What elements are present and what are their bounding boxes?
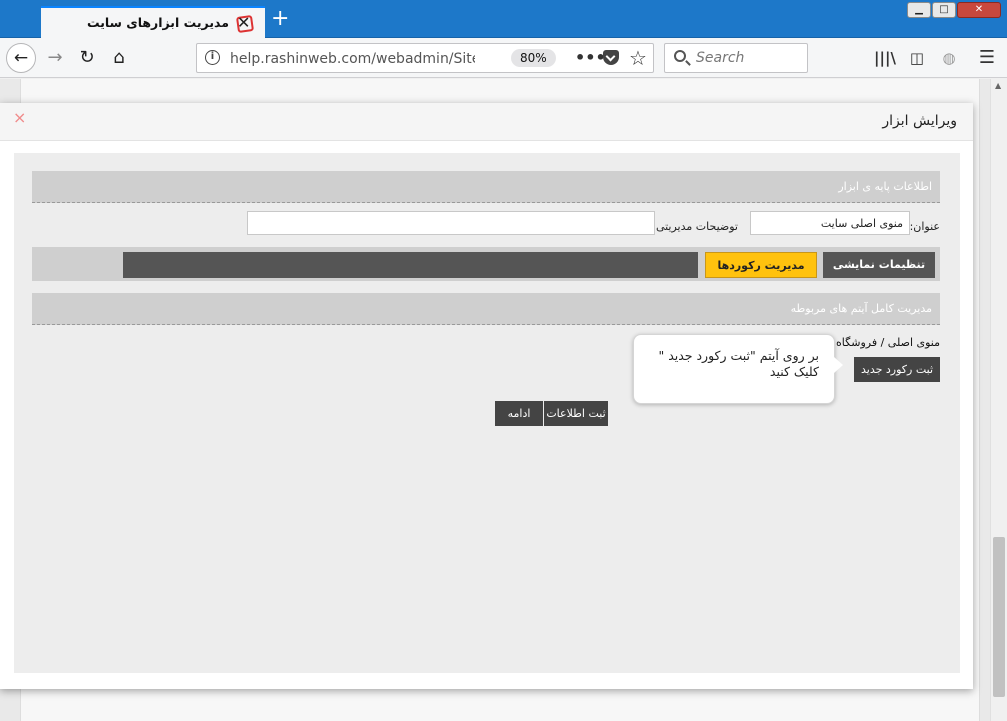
reload-icon[interactable]: ↻: [72, 43, 102, 73]
new-record-button[interactable]: ثبت رکورد جدید: [854, 357, 940, 382]
tab-close-icon[interactable]: ✕: [237, 13, 250, 32]
basic-info-section-title: اطلاعات پایه ی ابزار: [838, 180, 932, 193]
modal-close-icon[interactable]: ×: [13, 108, 26, 127]
sidebar-icon[interactable]: ◫: [906, 47, 928, 69]
maximize-button[interactable]: □: [932, 2, 956, 18]
instruction-tooltip: بر روی آیتم "ثبت رکورد جدید " کلیک کنید: [633, 334, 843, 404]
home-icon[interactable]: ⌂: [104, 43, 134, 73]
browser-tab[interactable]: مدیریت ابزارهای سایت ✕: [41, 6, 265, 39]
settings-tabs-bar: تنظیمات نمایشی مدیریت رکوردها: [32, 247, 940, 281]
title-label: عنوان:: [909, 220, 940, 233]
tabs-bar-filler: [123, 252, 698, 278]
address-bar[interactable]: i help.rashinweb.com/webadmin/Site_gadg …: [196, 43, 654, 73]
modal-body: اطلاعات پایه ی ابزار عنوان: توضیحات مدیر…: [14, 153, 960, 673]
minimize-button[interactable]: ▁: [907, 2, 931, 18]
pocket-icon[interactable]: [603, 50, 619, 65]
tab-records-management[interactable]: مدیریت رکوردها: [705, 252, 817, 278]
modal-header: × ویرایش ابزار: [0, 103, 973, 141]
items-management-section-header: مدیریت کامل آیتم های مربوطه: [32, 293, 940, 325]
items-management-section-title: مدیریت کامل آیتم های مربوطه: [790, 302, 932, 315]
globe-icon[interactable]: ◍: [938, 47, 960, 69]
save-button[interactable]: ثبت اطلاعات: [544, 401, 608, 426]
browser-titlebar: مدیریت ابزارهای سایت ✕ + ▁ □ ✕: [0, 0, 1007, 39]
library-icon[interactable]: |||\: [874, 47, 896, 69]
admin-description-field[interactable]: [247, 211, 655, 235]
forward-arrow-icon[interactable]: →: [40, 43, 70, 73]
scroll-up-arrow-icon[interactable]: ▲: [995, 81, 1001, 90]
back-arrow-icon[interactable]: ←: [6, 43, 36, 73]
tooltip-text: بر روی آیتم "ثبت رکورد جدید " کلیک کنید: [658, 348, 819, 379]
search-input[interactable]: Search: [696, 50, 744, 66]
info-icon[interactable]: i: [205, 50, 220, 65]
zoom-level-badge[interactable]: 80%: [511, 49, 556, 67]
window-controls: ▁ □ ✕: [907, 2, 1001, 18]
browser-toolbar: ← → ↻ ⌂ i help.rashinweb.com/webadmin/Si…: [0, 38, 1007, 78]
admin-description-label: توضیحات مدیریتی:: [652, 220, 738, 233]
url-text[interactable]: help.rashinweb.com/webadmin/Site_gadg: [230, 51, 475, 67]
search-box[interactable]: Search: [664, 43, 808, 73]
page-scrollbar[interactable]: ▲: [990, 79, 1007, 721]
window-close-button[interactable]: ✕: [957, 2, 1001, 18]
breadcrumb[interactable]: منوی اصلی / فروشگاه: [836, 336, 940, 349]
tab-title: مدیریت ابزارهای سایت: [86, 15, 229, 30]
star-icon[interactable]: ☆: [629, 46, 647, 70]
hamburger-menu-icon[interactable]: ☰: [976, 47, 998, 69]
new-tab-icon[interactable]: +: [271, 8, 289, 30]
title-field[interactable]: [750, 211, 910, 235]
edit-gadget-modal: × ویرایش ابزار اطلاعات پایه ی ابزار عنوا…: [0, 103, 973, 689]
tab-display-settings[interactable]: تنظیمات نمایشی: [823, 252, 935, 278]
basic-info-section-header: اطلاعات پایه ی ابزار: [32, 171, 940, 203]
page-actions-icon[interactable]: •••: [575, 48, 606, 67]
search-icon: [674, 50, 686, 62]
modal-title: ویرایش ابزار: [882, 113, 957, 129]
scroll-thumb[interactable]: [993, 537, 1005, 697]
continue-button[interactable]: ادامه: [495, 401, 543, 426]
